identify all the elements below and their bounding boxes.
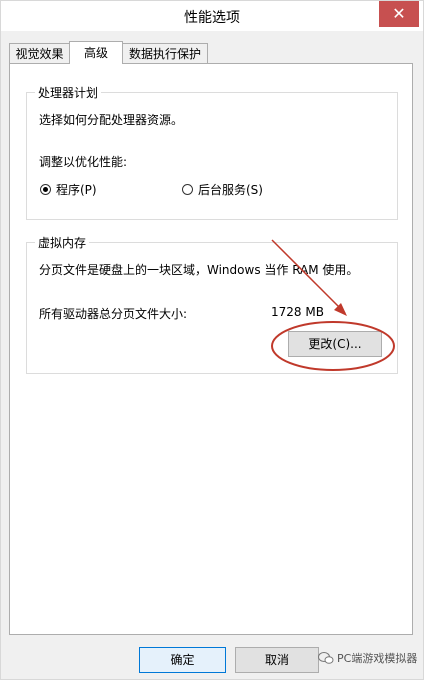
virtual-memory-group-title: 虚拟内存 bbox=[35, 234, 90, 251]
cancel-button[interactable]: 取消 bbox=[235, 647, 319, 673]
virtual-memory-description: 分页文件是硬盘上的一块区域，Windows 当作 RAM 使用。 bbox=[39, 263, 359, 277]
window-title: 性能选项 bbox=[184, 10, 240, 26]
watermark: PC端游戏模拟器 bbox=[318, 650, 417, 666]
programs-radio-label[interactable]: 程序(P) bbox=[56, 181, 97, 198]
ok-button[interactable]: 确定 bbox=[139, 647, 226, 673]
processor-description: 选择如何分配处理器资源。 bbox=[39, 113, 184, 127]
change-button[interactable]: 更改(C)... bbox=[288, 331, 382, 357]
advanced-tab-page: 处理器计划 选择如何分配处理器资源。 调整以优化性能: 程序(P) 后台服务(S… bbox=[9, 63, 413, 635]
performance-options-window: 性能选项 ✕ 视觉效果 高级 数据执行保护 处理器计划 选择如何分配处理器资源。… bbox=[0, 0, 424, 680]
adjust-label: 调整以优化性能: bbox=[39, 155, 128, 169]
wechat-icon bbox=[318, 652, 334, 664]
title-bar: 性能选项 ✕ bbox=[1, 1, 423, 31]
background-services-radio[interactable] bbox=[182, 184, 193, 195]
close-button[interactable]: ✕ bbox=[379, 1, 419, 27]
tab-advanced[interactable]: 高级 bbox=[69, 41, 123, 64]
watermark-text: PC端游戏模拟器 bbox=[337, 652, 418, 665]
tab-visual-effects[interactable]: 视觉效果 bbox=[9, 43, 70, 63]
total-paging-file-label: 所有驱动器总分页文件大小: bbox=[39, 307, 188, 321]
processor-scheduling-group: 处理器计划 选择如何分配处理器资源。 调整以优化性能: 程序(P) 后台服务(S… bbox=[26, 84, 398, 220]
processor-group-title: 处理器计划 bbox=[35, 84, 102, 101]
background-services-radio-label[interactable]: 后台服务(S) bbox=[198, 181, 263, 198]
total-paging-file-value: 1728 MB bbox=[271, 305, 324, 319]
tab-dep[interactable]: 数据执行保护 bbox=[122, 43, 208, 63]
virtual-memory-group: 虚拟内存 分页文件是硬盘上的一块区域，Windows 当作 RAM 使用。 所有… bbox=[26, 234, 398, 374]
programs-radio[interactable] bbox=[40, 184, 51, 195]
